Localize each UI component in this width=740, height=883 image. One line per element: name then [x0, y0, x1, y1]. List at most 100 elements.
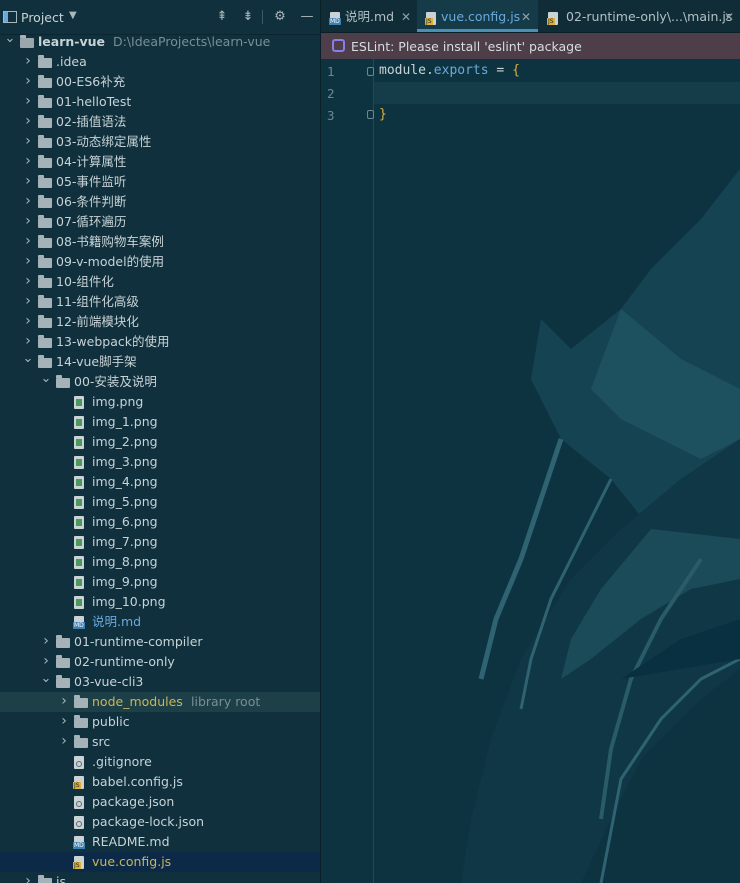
- tree-item-label: 01-runtime-compiler: [74, 634, 203, 649]
- close-icon[interactable]: ✕: [401, 0, 411, 34]
- chevron-right-icon[interactable]: ›: [22, 232, 34, 251]
- header-divider: [262, 10, 263, 24]
- chevron-right-icon[interactable]: ›: [22, 192, 34, 211]
- tree-item[interactable]: › node_modules library root: [0, 692, 320, 712]
- tree-item[interactable]: › 05-事件监听: [0, 172, 320, 192]
- chevron-right-icon[interactable]: ›: [40, 632, 52, 651]
- tree-item-label: README.md: [92, 834, 170, 849]
- chevron-right-icon[interactable]: ›: [22, 92, 34, 111]
- tree-item[interactable]: › 08-书籍购物车案例: [0, 232, 320, 252]
- tab-vue-config-js[interactable]: vue.config.js ✕: [417, 0, 538, 32]
- chevron-down-icon[interactable]: ⌄: [22, 352, 34, 366]
- tree-item[interactable]: img_6.png: [0, 512, 320, 532]
- chevron-right-icon[interactable]: ›: [22, 112, 34, 131]
- chevron-down-icon[interactable]: ▼: [69, 10, 77, 21]
- code-line-3[interactable]: }: [379, 107, 387, 122]
- tree-item[interactable]: img.png: [0, 392, 320, 412]
- hide-panel-icon[interactable]: —: [299, 8, 315, 26]
- chevron-down-icon[interactable]: ⌄: [4, 32, 16, 46]
- tree-item[interactable]: › 11-组件化高级: [0, 292, 320, 312]
- chevron-right-icon[interactable]: ›: [58, 732, 70, 751]
- tree-item[interactable]: › 06-条件判断: [0, 192, 320, 212]
- chevron-right-icon[interactable]: ›: [22, 332, 34, 351]
- tree-item[interactable]: › 01-runtime-compiler: [0, 632, 320, 652]
- tree-item[interactable]: › 01-helloTest: [0, 92, 320, 112]
- tab-main-js[interactable]: 02-runtime-only\...\main.js ✕: [538, 0, 740, 32]
- img-file-icon: [74, 596, 84, 609]
- tree-item[interactable]: img_3.png: [0, 452, 320, 472]
- tree-item-label: babel.config.js: [92, 774, 183, 789]
- tree-item[interactable]: › js: [0, 872, 320, 883]
- chevron-right-icon[interactable]: ›: [22, 292, 34, 311]
- folder-icon: [56, 635, 70, 648]
- tree-item[interactable]: › .idea: [0, 52, 320, 72]
- tree-item[interactable]: › 03-动态绑定属性: [0, 132, 320, 152]
- tree-item[interactable]: package.json: [0, 792, 320, 812]
- close-icon[interactable]: ✕: [521, 0, 531, 34]
- fold-marker-icon[interactable]: [367, 110, 374, 119]
- tree-item[interactable]: › 02-runtime-only: [0, 652, 320, 672]
- tab-readme-md[interactable]: 说明.md ✕: [321, 0, 417, 32]
- tree-item[interactable]: ⌄ 00-安装及说明: [0, 372, 320, 392]
- chevron-right-icon[interactable]: ›: [58, 712, 70, 731]
- chevron-right-icon[interactable]: ›: [22, 172, 34, 191]
- chevron-right-icon[interactable]: ›: [22, 72, 34, 91]
- tree-item[interactable]: › src: [0, 732, 320, 752]
- tree-item[interactable]: ⌄ learn-vue D:\IdeaProjects\learn-vue: [0, 32, 320, 52]
- chevron-right-icon[interactable]: ›: [22, 272, 34, 291]
- close-icon[interactable]: ✕: [724, 0, 734, 34]
- expand-all-icon[interactable]: ⇞: [214, 8, 230, 26]
- tree-item-label: 10-组件化: [56, 274, 114, 289]
- tree-item[interactable]: › 02-插值语法: [0, 112, 320, 132]
- tree-item[interactable]: ⌄ 14-vue脚手架: [0, 352, 320, 372]
- tree-item-label: package-lock.json: [92, 814, 205, 829]
- project-view-selector[interactable]: Project: [21, 10, 64, 25]
- gear-icon[interactable]: ⚙: [272, 8, 288, 26]
- tree-item[interactable]: › 00-ES6补充: [0, 72, 320, 92]
- chevron-right-icon[interactable]: ›: [22, 872, 34, 883]
- tree-item[interactable]: .gitignore: [0, 752, 320, 772]
- chevron-right-icon[interactable]: ›: [22, 132, 34, 151]
- tree-item[interactable]: 说明.md: [0, 612, 320, 632]
- tree-item[interactable]: img_5.png: [0, 492, 320, 512]
- tree-item[interactable]: › 13-webpack的使用: [0, 332, 320, 352]
- chevron-right-icon[interactable]: ›: [22, 52, 34, 71]
- tree-item[interactable]: › 12-前端模块化: [0, 312, 320, 332]
- chevron-down-icon[interactable]: ⌄: [40, 672, 52, 686]
- tree-item-label: node_modules: [92, 694, 183, 709]
- tree-item[interactable]: › 04-计算属性: [0, 152, 320, 172]
- tree-item[interactable]: babel.config.js: [0, 772, 320, 792]
- tree-item[interactable]: › 07-循环遍历: [0, 212, 320, 232]
- tree-item[interactable]: img_9.png: [0, 572, 320, 592]
- eslint-notification[interactable]: ESLint: Please install 'eslint' package: [321, 33, 740, 59]
- tree-item[interactable]: package-lock.json: [0, 812, 320, 832]
- tree-item[interactable]: ⌄ 03-vue-cli3: [0, 672, 320, 692]
- tree-item-label: src: [92, 734, 111, 749]
- chevron-right-icon[interactable]: ›: [22, 152, 34, 171]
- chevron-right-icon[interactable]: ›: [58, 692, 70, 711]
- tree-item[interactable]: › public: [0, 712, 320, 732]
- chevron-right-icon[interactable]: ›: [40, 652, 52, 671]
- editor-tabs: 说明.md ✕ vue.config.js ✕ 02-runtime-only\…: [321, 0, 740, 33]
- img-file-icon: [74, 536, 84, 549]
- chevron-right-icon[interactable]: ›: [22, 252, 34, 271]
- tree-item[interactable]: img_2.png: [0, 432, 320, 452]
- tree-item-label: 01-helloTest: [56, 94, 132, 109]
- tree-item[interactable]: vue.config.js: [0, 852, 320, 872]
- tree-item[interactable]: › 10-组件化: [0, 272, 320, 292]
- tree-item[interactable]: img_10.png: [0, 592, 320, 612]
- tree-item[interactable]: › 09-v-model的使用: [0, 252, 320, 272]
- tree-item-label: img.png: [92, 394, 144, 409]
- chevron-right-icon[interactable]: ›: [22, 212, 34, 231]
- fold-marker-icon[interactable]: [367, 67, 374, 76]
- tree-item[interactable]: img_1.png: [0, 412, 320, 432]
- tree-item[interactable]: README.md: [0, 832, 320, 852]
- code-line-1[interactable]: module.exports = {: [379, 63, 520, 78]
- tree-item-extra: D:\IdeaProjects\learn-vue: [113, 34, 271, 49]
- tree-item[interactable]: img_8.png: [0, 552, 320, 572]
- chevron-down-icon[interactable]: ⌄: [40, 372, 52, 386]
- chevron-right-icon[interactable]: ›: [22, 312, 34, 331]
- tree-item[interactable]: img_7.png: [0, 532, 320, 552]
- tree-item[interactable]: img_4.png: [0, 472, 320, 492]
- collapse-all-icon[interactable]: ⇟: [240, 8, 256, 26]
